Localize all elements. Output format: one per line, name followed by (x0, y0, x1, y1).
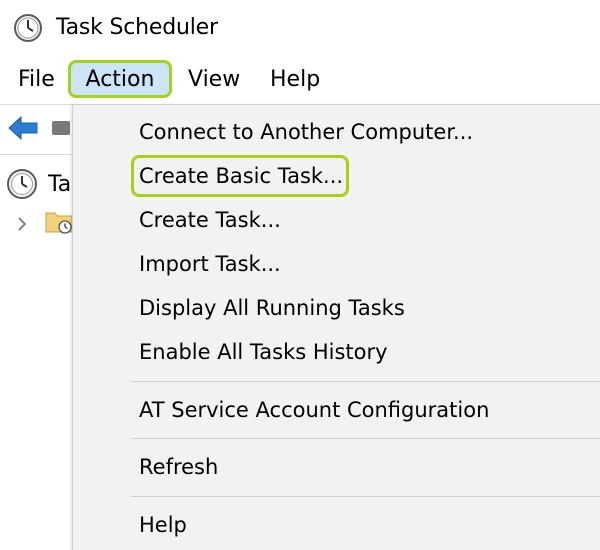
menu-item-create-task[interactable]: Create Task... (139, 202, 281, 238)
clock-icon (14, 14, 42, 42)
toolbar-button-icon[interactable] (52, 121, 70, 135)
menu-item-display-all-running-tasks[interactable]: Display All Running Tasks (139, 290, 405, 326)
menu-separator (131, 496, 600, 497)
task-scheduler-window: Task Scheduler File Action View Help Ta … (0, 0, 600, 550)
menu-item-help[interactable]: Help (139, 507, 187, 543)
menu-item-import-task[interactable]: Import Task... (139, 246, 281, 282)
title-bar: Task Scheduler (0, 0, 600, 56)
menu-item-connect-to-another-computer[interactable]: Connect to Another Computer... (139, 114, 473, 150)
window-title: Task Scheduler (56, 15, 218, 40)
menu-view[interactable]: View (184, 60, 244, 100)
menu-separator (131, 438, 600, 439)
action-dropdown-menu: Connect to Another Computer... Create Ba… (72, 104, 600, 550)
tree-clock-icon (7, 169, 37, 199)
create-basic-task-highlight (131, 155, 349, 197)
toolbar-divider (0, 154, 72, 155)
folder-clock-icon[interactable] (44, 206, 74, 236)
menu-action[interactable]: Action (68, 60, 172, 98)
chevron-right-icon[interactable] (14, 214, 30, 234)
tree-root-label[interactable]: Ta (48, 170, 72, 200)
menu-item-enable-all-tasks-history[interactable]: Enable All Tasks History (139, 334, 388, 370)
back-arrow-icon[interactable] (6, 114, 40, 142)
menu-item-at-service-account-configuration[interactable]: AT Service Account Configuration (139, 392, 489, 428)
menu-item-refresh[interactable]: Refresh (139, 449, 218, 485)
menu-help[interactable]: Help (266, 60, 324, 100)
menu-separator (131, 381, 600, 382)
menu-file[interactable]: File (14, 60, 59, 100)
menu-bar: File Action View Help (0, 60, 600, 104)
